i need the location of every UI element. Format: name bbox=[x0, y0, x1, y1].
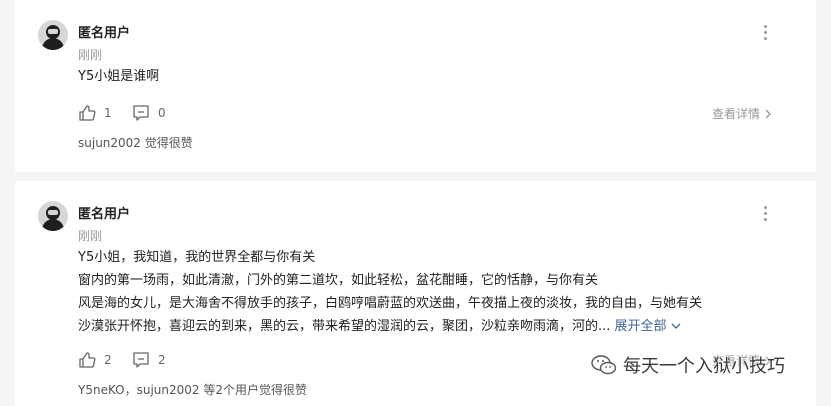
like-button[interactable]: 1 bbox=[78, 104, 112, 122]
comment-line: 风是海的女儿，是大海舍不得放手的孩子，白鸥哼唱蔚蓝的欢送曲，午夜描上夜的淡妆，我… bbox=[78, 296, 703, 311]
comment-line: 窗内的第一场雨，如此清澈，门外的第二道坎，如此轻松，盆花酣睡，它的恬静，与你有关 bbox=[78, 273, 599, 288]
thumbs-up-icon bbox=[79, 352, 96, 368]
wechat-icon bbox=[591, 355, 617, 375]
chevron-down-icon bbox=[671, 323, 681, 329]
comment-line: Y5小姐是谁啊 bbox=[78, 69, 160, 84]
chevron-right-icon bbox=[765, 109, 771, 118]
watermark-text: 每天一个入狱小技巧 bbox=[623, 356, 785, 377]
thumbs-up-icon bbox=[79, 105, 96, 121]
like-button[interactable]: 2 bbox=[78, 351, 112, 369]
view-details-label: 查看详情 bbox=[712, 107, 761, 121]
like-count: 1 bbox=[104, 106, 112, 120]
watermark: 每天一个入狱小技巧 bbox=[591, 352, 785, 378]
reply-button[interactable]: 0 bbox=[132, 104, 166, 122]
comment-icon bbox=[133, 352, 149, 368]
reply-count: 2 bbox=[158, 353, 166, 367]
reply-button[interactable]: 2 bbox=[132, 351, 166, 369]
comment-icon bbox=[133, 105, 149, 121]
comment-content: Y5小姐是谁啊 bbox=[78, 65, 159, 88]
liked-by-text[interactable]: Y5neKO，sujun2002 等2个用户觉得很赞 bbox=[78, 381, 307, 398]
comment-line: Y5小姐，我知道，我的世界全都与你有关 bbox=[78, 250, 316, 265]
more-options-icon[interactable] bbox=[763, 206, 769, 224]
avatar[interactable] bbox=[38, 20, 68, 50]
comment-time: 刚刚 bbox=[78, 229, 103, 243]
reply-count: 0 bbox=[158, 106, 166, 120]
more-options-icon[interactable] bbox=[763, 25, 769, 43]
comment-username[interactable]: 匿名用户 bbox=[78, 22, 130, 41]
like-count: 2 bbox=[104, 353, 112, 367]
comment-line-text: 沙漠张开怀抱，喜迎云的到来，黑的云，带来希望的湿润的云，聚团，沙粒亲吻雨滴，河的… bbox=[78, 319, 611, 334]
liked-by-text[interactable]: sujun2002 觉得很赞 bbox=[78, 134, 193, 151]
avatar[interactable] bbox=[38, 201, 68, 231]
comment-line-last: 沙漠张开怀抱，喜迎云的到来，黑的云，带来希望的湿润的云，聚团，沙粒亲吻雨滴，河的… bbox=[78, 315, 702, 338]
comment-content: Y5小姐，我知道，我的世界全都与你有关 窗内的第一场雨，如此清澈，门外的第二道坎… bbox=[78, 246, 702, 338]
comment-time: 刚刚 bbox=[78, 48, 103, 62]
comment-username[interactable]: 匿名用户 bbox=[78, 203, 130, 222]
comment-card: 匿名用户 刚刚 Y5小姐是谁啊 1 0 查看详情 sujun2002 觉得很赞 bbox=[15, 0, 816, 172]
expand-all-link[interactable]: 展开全部 bbox=[615, 319, 681, 334]
view-details-link[interactable]: 查看详情 bbox=[712, 105, 772, 122]
expand-all-label: 展开全部 bbox=[614, 319, 667, 334]
